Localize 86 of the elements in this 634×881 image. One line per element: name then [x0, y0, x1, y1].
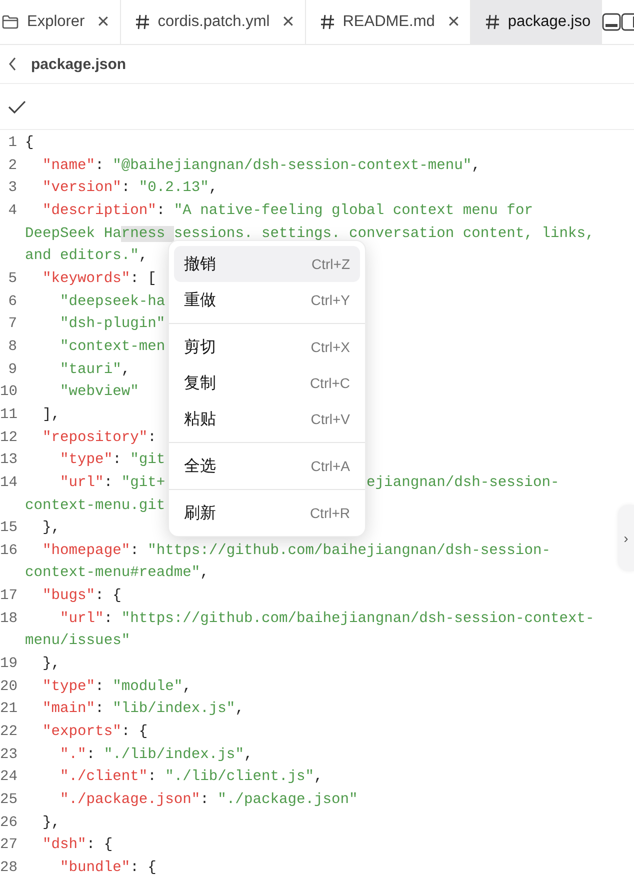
line-number: 3	[7, 179, 17, 198]
line-number: 23	[0, 746, 17, 765]
close-button[interactable]: ✕	[96, 12, 110, 32]
code-line: context-menu#readme",	[25, 564, 209, 584]
code-line: },	[42, 519, 60, 538]
close-button[interactable]: ✕	[446, 12, 460, 32]
line-number: 9	[7, 360, 17, 380]
code-line: "repository":	[42, 428, 156, 448]
menu-item[interactable]: 复制 Ctrl+C	[174, 365, 360, 401]
code-line: "description": "A native-feeling global context menu for	[42, 202, 533, 221]
line-number: 5	[7, 270, 17, 289]
hash-icon	[484, 14, 500, 30]
code-line: "webview"	[59, 383, 139, 402]
code-line: "exports": {	[42, 723, 148, 742]
code-line: "bugs": {	[42, 587, 122, 606]
line-number: 8	[7, 338, 17, 357]
code-line: menu/issues"	[25, 632, 130, 652]
line-number: 22	[0, 723, 17, 742]
line-number: 21	[0, 700, 17, 720]
editor-tab[interactable]: Explorer ✕	[0, 0, 121, 44]
panel-bottom-icon[interactable]	[602, 13, 621, 31]
line-number: 12	[0, 428, 17, 448]
line-number: 24	[0, 768, 17, 788]
code-line: DeepSeek Harness sessions. settings. conversation content, links,	[25, 224, 594, 244]
line-number: 26	[0, 814, 17, 833]
line-number: 18	[0, 610, 17, 629]
line-number: 20	[0, 678, 17, 697]
line-number: 15	[0, 519, 17, 538]
code-line: "bundle": {	[59, 859, 156, 878]
code-line: and editors.",	[25, 247, 148, 266]
menu-item[interactable]: 重做 Ctrl+Y	[174, 282, 360, 318]
code-line: "tauri",	[59, 360, 130, 380]
code-line: "./package.json": "./package.json"	[59, 791, 358, 810]
code-line: "context-men	[59, 338, 166, 357]
line-number: 1	[7, 134, 17, 153]
code-line: ],	[42, 406, 60, 425]
menu-item[interactable]: 全选 Ctrl+A	[174, 448, 360, 484]
hash-icon	[320, 14, 335, 30]
code-line: },	[42, 655, 60, 674]
code-line: "keywords": [	[42, 270, 156, 289]
code-line: ejiangnan/dsh-session-	[366, 474, 560, 493]
code-line: ".": "./lib/index.js",	[59, 746, 253, 765]
code-line: "type": "module",	[42, 678, 192, 697]
code-line: "deepseek-ha	[59, 292, 166, 312]
editor-tab[interactable]: package.jso	[470, 0, 602, 44]
hash-icon	[134, 14, 150, 30]
code-line: "type": "git	[59, 451, 166, 470]
code-line: context-menu.git	[25, 496, 166, 516]
line-number: 16	[0, 542, 17, 561]
line-number: 10	[0, 383, 17, 402]
code-line: },	[42, 814, 60, 833]
back-icon[interactable]	[8, 57, 17, 71]
code-line: "homepage": "https://github.com/baihejiangnan/dsh-session-	[42, 542, 550, 561]
line-number: 7	[7, 315, 17, 334]
code-line: "dsh": {	[42, 836, 113, 856]
menu-item[interactable]: 粘贴 Ctrl+V	[174, 401, 360, 437]
line-number: 4	[7, 202, 17, 221]
code-line: {	[25, 134, 34, 153]
line-number: 27	[0, 836, 17, 856]
line-number: 2	[7, 156, 17, 176]
check-icon[interactable]	[8, 100, 26, 114]
code-line: "dsh-plugin"	[59, 315, 166, 334]
line-number: 6	[7, 292, 17, 312]
side-panel-handle[interactable]: ›	[618, 505, 634, 571]
menu-item[interactable]: 刷新 Ctrl+R	[174, 495, 360, 531]
menu-item[interactable]: 剪切 Ctrl+X	[174, 329, 360, 365]
code-line: "./client": "./lib/client.js",	[59, 768, 323, 788]
editor-tab[interactable]: README.md ✕	[306, 0, 471, 44]
line-number: 19	[0, 655, 17, 674]
code-line: "name": "@baihejiangnan/dsh-session-context-menu",	[42, 156, 480, 176]
menu-item[interactable]: 撤销 Ctrl+Z	[174, 246, 360, 282]
folder-icon	[2, 15, 19, 29]
code-line: "version": "0.2.13",	[42, 179, 218, 198]
code-line: "url": "https://github.com/baihejiangnan/dsh-session-context-	[59, 610, 594, 629]
editor-tab[interactable]: cordis.patch.yml ✕	[120, 0, 306, 44]
line-number: 13	[0, 451, 17, 470]
file-title: package.json	[31, 56, 126, 72]
line-number: 17	[0, 587, 17, 606]
line-number: 14	[0, 474, 17, 493]
line-number: 25	[0, 791, 17, 810]
line-number: 28	[0, 859, 17, 878]
code-line: "url": "git+	[59, 474, 166, 491]
close-button[interactable]: ✕	[282, 12, 295, 32]
panel-right-icon[interactable]	[620, 13, 634, 31]
code-line: "main": "lib/index.js",	[42, 700, 244, 720]
line-number: 11	[0, 406, 17, 425]
